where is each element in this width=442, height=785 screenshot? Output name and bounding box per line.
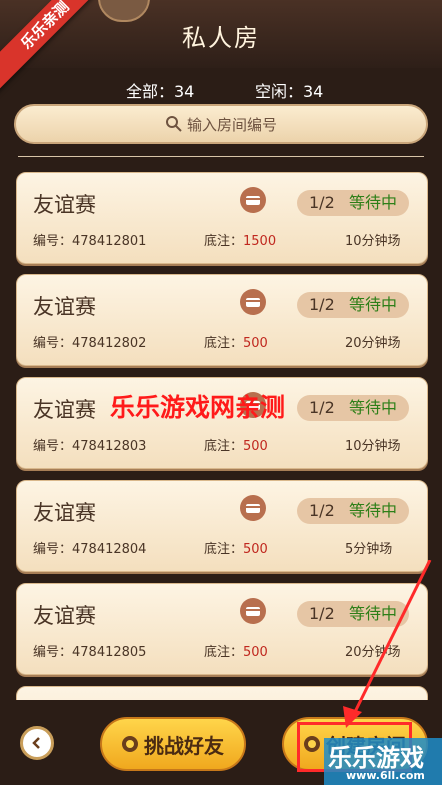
total-count: 全部：34 (126, 82, 195, 101)
room-bet: 底注：500 (204, 645, 268, 660)
status-badge: 1/2 等待中 (297, 190, 409, 216)
room-bet: 底注：500 (204, 542, 268, 557)
chest-icon (240, 495, 266, 521)
chest-icon (240, 187, 266, 213)
idle-count: 空闲：34 (255, 82, 324, 101)
search-icon (165, 116, 182, 132)
room-duration: 5分钟场 (345, 542, 393, 557)
room-name: 友谊赛 (33, 295, 96, 319)
chevron-left-icon (32, 737, 40, 749)
room-name: 友谊赛 (33, 398, 96, 422)
user-icon (122, 736, 138, 752)
divider (18, 156, 424, 157)
brand-watermark: 乐乐游戏 www.6ll.com (324, 738, 442, 785)
room-name: 友谊赛 (33, 501, 96, 525)
room-id: 编号：478412804 (33, 542, 147, 557)
room-bet: 底注：1500 (204, 234, 277, 249)
watermark-text: 乐乐游戏网亲测 (110, 393, 286, 422)
room-search-input[interactable]: 输入房间编号 (14, 104, 428, 144)
room-id: 编号：478412801 (33, 234, 147, 249)
room-name: 友谊赛 (33, 193, 96, 217)
room-bet: 底注：500 (204, 439, 268, 454)
pointer-arrow-icon (343, 560, 432, 728)
room-card[interactable]: 友谊赛 1/2 等待中 编号：478412801 底注：1500 10分钟场 (16, 172, 428, 264)
room-name: 友谊赛 (33, 604, 96, 628)
chest-icon (240, 598, 266, 624)
chest-icon (240, 289, 266, 315)
back-button[interactable] (20, 726, 54, 760)
room-id: 编号：478412803 (33, 439, 147, 454)
room-duration: 10分钟场 (345, 234, 401, 249)
room-duration: 10分钟场 (345, 439, 401, 454)
room-bet: 底注：500 (204, 336, 268, 351)
status-badge: 1/2 等待中 (297, 498, 409, 524)
search-placeholder: 输入房间编号 (186, 115, 277, 134)
room-card[interactable]: 友谊赛 1/2 等待中 编号：478412804 底注：500 5分钟场 (16, 480, 428, 572)
room-card[interactable]: 友谊赛 1/2 等待中 编号：478412802 底注：500 20分钟场 (16, 274, 428, 366)
room-id: 编号：478412805 (33, 645, 147, 660)
room-id: 编号：478412802 (33, 336, 147, 351)
status-badge: 1/2 等待中 (297, 395, 409, 421)
challenge-friend-button[interactable]: 挑战好友 (100, 717, 246, 771)
room-duration: 20分钟场 (345, 336, 401, 351)
page-title: 私人房 (182, 24, 260, 52)
status-badge: 1/2 等待中 (297, 292, 409, 318)
